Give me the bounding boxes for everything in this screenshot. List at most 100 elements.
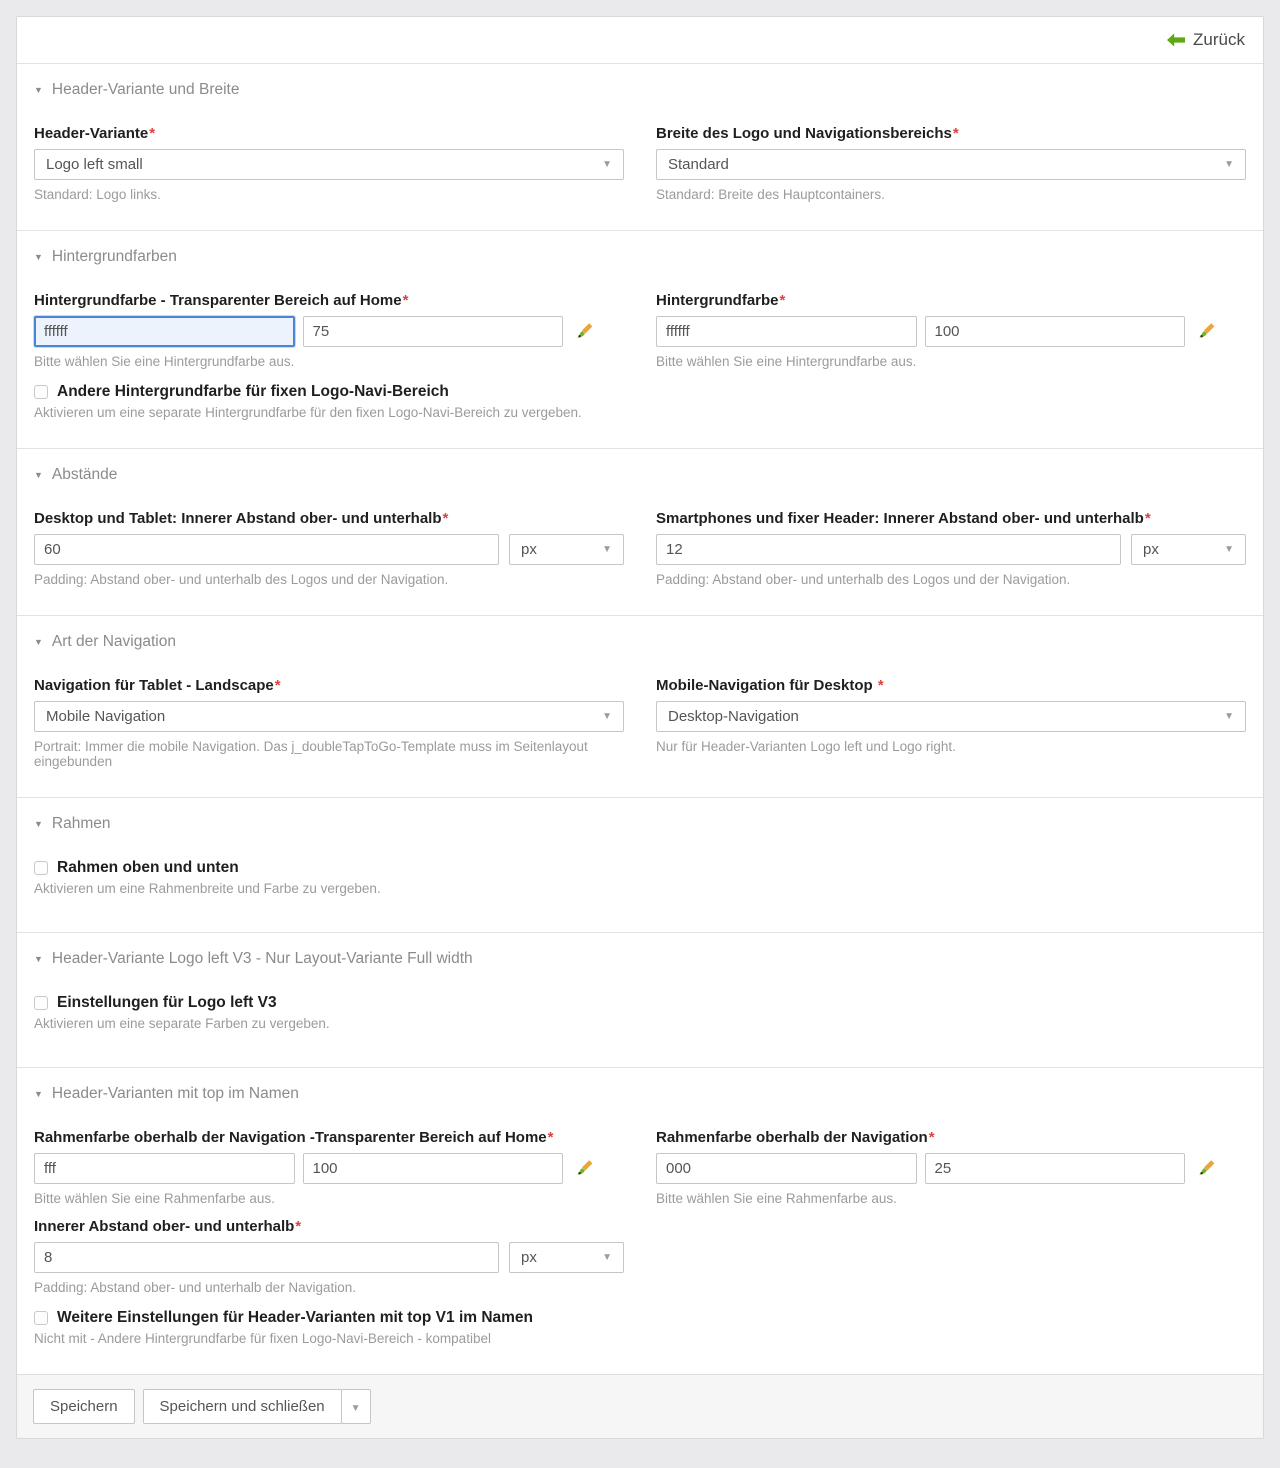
section-toggle[interactable]: ▼ Header-Variante Logo left V3 - Nur Lay…: [34, 950, 1246, 968]
save-options-dropdown-button[interactable]: ▼: [341, 1389, 371, 1424]
save-close-button[interactable]: Speichern und schließen: [143, 1389, 342, 1424]
select-value: px: [1143, 541, 1159, 558]
nav-tablet-select[interactable]: Mobile Navigation ▼: [34, 701, 624, 732]
color-picker-icon[interactable]: [1198, 322, 1218, 342]
select-value: Mobile Navigation: [46, 708, 165, 725]
field-hint: Aktivieren um eine Rahmenbreite und Farb…: [34, 881, 1246, 896]
section-header-variante-und-breite: ▼ Header-Variante und Breite Header-Vari…: [17, 63, 1263, 230]
field-hint: Padding: Abstand ober- und unterhalb des…: [656, 572, 1246, 587]
section-toggle[interactable]: ▼ Rahmen: [34, 815, 1246, 833]
caret-down-icon: ▼: [1224, 712, 1234, 722]
collapse-icon: ▼: [34, 820, 43, 829]
toolbar: Zurück: [17, 17, 1263, 63]
field-hint: Bitte wählen Sie eine Rahmenfarbe aus.: [34, 1191, 624, 1206]
collapse-icon: ▼: [34, 638, 43, 647]
bg-color-input[interactable]: [656, 316, 917, 347]
required-mark: *: [1145, 510, 1151, 527]
padding-smartphone-input[interactable]: [656, 534, 1121, 565]
field-hint: Bitte wählen Sie eine Rahmenfarbe aus.: [656, 1191, 1246, 1206]
collapse-icon: ▼: [34, 471, 43, 480]
section-title: Header-Variante Logo left V3 - Nur Layou…: [52, 950, 473, 968]
rahmen-nav-home-color-input[interactable]: [34, 1153, 295, 1184]
select-value: px: [521, 1249, 537, 1266]
logo-left-v3-checkbox[interactable]: [34, 996, 48, 1010]
caret-down-icon: ▼: [602, 712, 612, 722]
header-variante-select[interactable]: Logo left small ▼: [34, 149, 624, 180]
caret-down-icon: ▼: [351, 1403, 361, 1414]
save-button[interactable]: Speichern: [33, 1389, 135, 1424]
section-toggle[interactable]: ▼ Header-Varianten mit top im Namen: [34, 1085, 1246, 1103]
field-hint: Padding: Abstand ober- und unterhalb des…: [34, 572, 624, 587]
caret-down-icon: ▼: [602, 160, 612, 170]
padding-desktop-input[interactable]: [34, 534, 499, 565]
section-logo-left-v3: ▼ Header-Variante Logo left V3 - Nur Lay…: [17, 932, 1263, 1067]
back-label: Zurück: [1193, 30, 1245, 50]
padding-nav-unit-select[interactable]: px ▼: [509, 1242, 624, 1273]
field-hint: Nur für Header-Varianten Logo left und L…: [656, 739, 1246, 754]
field-label: Breite des Logo und Navigationsbereichs*: [656, 125, 1246, 142]
select-value: px: [521, 541, 537, 558]
section-title: Abstände: [52, 466, 118, 484]
footer-toolbar: Speichern Speichern und schließen ▼: [17, 1374, 1263, 1438]
andere-hintergrundfarbe-checkbox[interactable]: [34, 385, 48, 399]
field-label: Navigation für Tablet - Landscape*: [34, 677, 624, 694]
required-mark: *: [878, 677, 884, 694]
bg-home-opacity-input[interactable]: [303, 316, 564, 347]
bg-home-color-input[interactable]: [34, 316, 295, 347]
rahmen-nav-home-opacity-input[interactable]: [303, 1153, 564, 1184]
required-mark: *: [780, 292, 786, 309]
required-mark: *: [443, 510, 449, 527]
collapse-icon: ▼: [34, 955, 43, 964]
section-toggle[interactable]: ▼ Header-Variante und Breite: [34, 81, 1246, 99]
field-label: Rahmenfarbe oberhalb der Navigation -Tra…: [34, 1129, 624, 1146]
section-title: Hintergrundfarben: [52, 248, 177, 266]
checkbox-label: Weitere Einstellungen für Header-Variant…: [57, 1309, 533, 1327]
top-v1-checkbox[interactable]: [34, 1311, 48, 1325]
rahmen-nav-color-input[interactable]: [656, 1153, 917, 1184]
required-mark: *: [929, 1129, 935, 1146]
breite-logo-nav-select[interactable]: Standard ▼: [656, 149, 1246, 180]
section-hintergrundfarben: ▼ Hintergrundfarben Hintergrundfarbe - T…: [17, 230, 1263, 448]
select-value: Standard: [668, 156, 729, 173]
checkbox-label: Einstellungen für Logo left V3: [57, 994, 277, 1012]
rahmen-oben-unten-checkbox[interactable]: [34, 861, 48, 875]
field-hint: Bitte wählen Sie eine Hintergrundfarbe a…: [34, 354, 624, 369]
section-toggle[interactable]: ▼ Art der Navigation: [34, 633, 1246, 651]
bg-opacity-input[interactable]: [925, 316, 1186, 347]
field-hint: Aktivieren um eine separate Farben zu ve…: [34, 1016, 1246, 1031]
color-picker-icon[interactable]: [576, 322, 596, 342]
caret-down-icon: ▼: [602, 545, 612, 555]
caret-down-icon: ▼: [602, 1253, 612, 1263]
rahmen-nav-opacity-input[interactable]: [925, 1153, 1186, 1184]
color-picker-icon[interactable]: [1198, 1159, 1218, 1179]
field-hint: Aktivieren um eine separate Hintergrundf…: [34, 405, 1246, 420]
field-label: Smartphones und fixer Header: Innerer Ab…: [656, 510, 1246, 527]
section-title: Header-Variante und Breite: [52, 81, 240, 99]
section-title: Header-Varianten mit top im Namen: [52, 1085, 299, 1103]
save-close-button-group: Speichern und schließen ▼: [143, 1389, 371, 1424]
field-hint: Standard: Logo links.: [34, 187, 624, 202]
padding-smartphone-unit-select[interactable]: px ▼: [1131, 534, 1246, 565]
nav-desktop-select[interactable]: Desktop-Navigation ▼: [656, 701, 1246, 732]
field-hint: Standard: Breite des Hauptcontainers.: [656, 187, 1246, 202]
field-label: Mobile-Navigation für Desktop *: [656, 677, 1246, 694]
padding-desktop-unit-select[interactable]: px ▼: [509, 534, 624, 565]
section-title: Rahmen: [52, 815, 111, 833]
required-mark: *: [548, 1129, 554, 1146]
required-mark: *: [275, 677, 281, 694]
section-toggle[interactable]: ▼ Abstände: [34, 466, 1246, 484]
field-label: Rahmenfarbe oberhalb der Navigation*: [656, 1129, 1246, 1146]
color-picker-icon[interactable]: [576, 1159, 596, 1179]
field-label: Header-Variante*: [34, 125, 624, 142]
section-rahmen: ▼ Rahmen Rahmen oben und unten Aktiviere…: [17, 797, 1263, 932]
section-toggle[interactable]: ▼ Hintergrundfarben: [34, 248, 1246, 266]
checkbox-label: Rahmen oben und unten: [57, 859, 239, 877]
back-button[interactable]: Zurück: [1167, 30, 1245, 50]
section-abstaende: ▼ Abstände Desktop und Tablet: Innerer A…: [17, 448, 1263, 615]
padding-nav-input[interactable]: [34, 1242, 499, 1273]
section-top-im-namen: ▼ Header-Varianten mit top im Namen Rahm…: [17, 1067, 1263, 1374]
field-hint: Padding: Abstand ober- und unterhalb der…: [34, 1280, 624, 1295]
required-mark: *: [149, 125, 155, 142]
required-mark: *: [953, 125, 959, 142]
collapse-icon: ▼: [34, 253, 43, 262]
